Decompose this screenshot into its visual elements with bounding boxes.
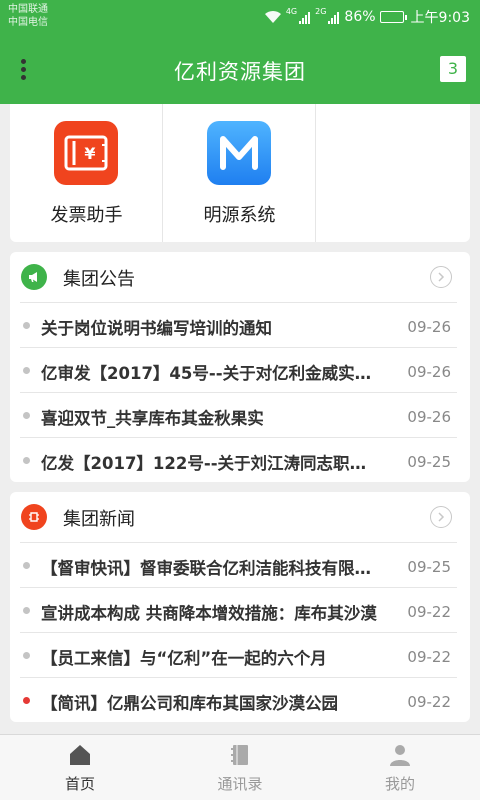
home-icon xyxy=(68,743,92,767)
list-item[interactable]: 【简讯】亿鼎公司和库布其国家沙漠公园 09-22 xyxy=(20,678,457,723)
list-item[interactable]: 亿发【2017】122号--关于刘江涛同志职务任免的通知 09-25 xyxy=(20,438,457,483)
bullet-dot xyxy=(23,457,30,464)
network-type-2: 2G xyxy=(315,7,327,16)
list-item[interactable]: 喜迎双节_共享库布其金秋果实 09-26 xyxy=(20,393,457,438)
list-item-date: 09-22 xyxy=(407,648,451,666)
bullet-dot xyxy=(23,652,30,659)
quick-apps-panel: ¥ 发票助手 明源系统 xyxy=(10,104,470,242)
title-bar: 亿利资源集团 3 xyxy=(0,34,480,104)
app-invoice-assistant[interactable]: ¥ 发票助手 xyxy=(10,104,163,242)
bullet-dot xyxy=(23,367,30,374)
group-notice-card: 集团公告 关于岗位说明书编写培训的通知 09-26 亿审发【2017】45号--… xyxy=(10,252,470,482)
notice-header[interactable]: 集团公告 xyxy=(10,252,470,302)
carrier-labels: 中国联通 中国电信 xyxy=(8,3,48,29)
list-item-title: 【简讯】亿鼎公司和库布其国家沙漠公园 xyxy=(41,694,338,713)
app-mingyuan-label: 明源系统 xyxy=(203,205,276,226)
list-item[interactable]: 【督审快讯】督审委联合亿利洁能科技有限公司 09-25 xyxy=(20,543,457,588)
signal-icon-1 xyxy=(299,11,311,24)
list-item-date: 09-25 xyxy=(407,453,451,471)
notice-title: 集团公告 xyxy=(63,269,135,290)
list-item-date: 09-22 xyxy=(407,693,451,711)
app-header: 中国联通 中国电信 4G 2G 86% 上午9:03 亿利资源集团 3 xyxy=(0,0,480,104)
app-mingyuan-system[interactable]: 明源系统 xyxy=(163,104,316,242)
list-item-title: 【督审快讯】督审委联合亿利洁能科技有限公司 xyxy=(41,559,381,578)
list-item-title: 关于岗位说明书编写培训的通知 xyxy=(41,319,272,338)
list-item-date: 09-26 xyxy=(407,408,451,426)
list-item[interactable]: 关于岗位说明书编写培训的通知 09-26 xyxy=(20,303,457,348)
tab-contacts[interactable]: 通讯录 xyxy=(160,735,320,800)
list-item-date: 09-25 xyxy=(407,558,451,576)
list-item-title: 喜迎双节_共享库布其金秋果实 xyxy=(41,409,264,428)
svg-text:¥: ¥ xyxy=(84,144,95,163)
notice-list: 关于岗位说明书编写培训的通知 09-26 亿审发【2017】45号--关于对亿利… xyxy=(20,302,457,483)
list-item-title: 【员工来信】与“亿利”在一起的六个月 xyxy=(41,649,327,668)
list-item-title: 亿发【2017】122号--关于刘江涛同志职务任免的通知 xyxy=(41,454,381,473)
bullet-dot xyxy=(23,562,30,569)
tab-profile[interactable]: 我的 xyxy=(320,735,480,800)
tab-contacts-label: 通讯录 xyxy=(217,775,263,793)
signal-icon-2 xyxy=(328,11,340,24)
status-bar: 中国联通 中国电信 4G 2G 86% 上午9:03 xyxy=(0,0,480,34)
battery-icon xyxy=(379,11,407,23)
unread-dot xyxy=(23,697,30,704)
megaphone-icon xyxy=(21,264,47,290)
wifi-icon xyxy=(264,10,281,23)
list-item-title: 宣讲成本构成 共商降本增效措施：库布其沙漠 xyxy=(41,604,377,623)
m-logo-icon xyxy=(207,121,271,185)
user-icon xyxy=(388,743,412,767)
battery-percent: 86% xyxy=(344,9,376,25)
carrier-2: 中国电信 xyxy=(8,17,48,28)
group-news-card: 集团新闻 【督审快讯】督审委联合亿利洁能科技有限公司 09-25 宣讲成本构成 … xyxy=(10,492,470,722)
invoice-icon: ¥ xyxy=(54,121,118,185)
news-list: 【督审快讯】督审委联合亿利洁能科技有限公司 09-25 宣讲成本构成 共商降本增… xyxy=(20,542,457,723)
list-item-date: 09-22 xyxy=(407,603,451,621)
bottom-tab-bar: 首页 通讯录 我的 xyxy=(0,734,480,800)
list-item-date: 09-26 xyxy=(407,363,451,381)
tab-home-label: 首页 xyxy=(64,775,95,793)
news-header[interactable]: 集团新闻 xyxy=(10,492,470,542)
carrier-1: 中国联通 xyxy=(8,4,48,15)
bullet-dot xyxy=(23,607,30,614)
newspaper-icon xyxy=(21,504,47,530)
clock: 上午9:03 xyxy=(410,10,470,26)
tab-profile-label: 我的 xyxy=(384,775,415,793)
message-count-badge[interactable]: 3 xyxy=(440,56,466,82)
chevron-right-icon[interactable] xyxy=(430,266,452,288)
app-empty-slot xyxy=(316,104,469,242)
chevron-right-icon[interactable] xyxy=(430,506,452,528)
network-type-1: 4G xyxy=(285,7,298,16)
contacts-book-icon xyxy=(228,743,252,767)
status-indicators: 4G 2G 86% 上午9:03 xyxy=(260,8,470,26)
list-item-date: 09-26 xyxy=(407,318,451,336)
tab-home[interactable]: 首页 xyxy=(0,735,160,800)
list-item[interactable]: 亿审发【2017】45号--关于对亿利金威实业有限公司 09-26 xyxy=(20,348,457,393)
news-title: 集团新闻 xyxy=(63,509,135,530)
list-item[interactable]: 【员工来信】与“亿利”在一起的六个月 09-22 xyxy=(20,633,457,678)
app-invoice-label: 发票助手 xyxy=(50,205,123,226)
list-item-title: 亿审发【2017】45号--关于对亿利金威实业有限公司 xyxy=(41,364,381,383)
bullet-dot xyxy=(23,322,30,329)
page-title: 亿利资源集团 xyxy=(174,60,306,84)
list-item[interactable]: 宣讲成本构成 共商降本增效措施：库布其沙漠 09-22 xyxy=(20,588,457,633)
bullet-dot xyxy=(23,412,30,419)
